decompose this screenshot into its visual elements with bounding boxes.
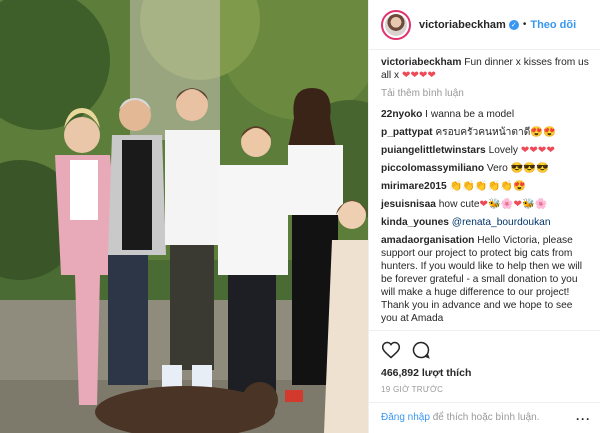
- comment-text: Vero: [484, 163, 511, 174]
- login-link[interactable]: Đăng nhập: [381, 412, 430, 423]
- comment-emoji: ❤🐝🌸❤🐝🌸: [479, 199, 548, 210]
- login-prompt: Đăng nhập để thích hoặc bình luận. ···: [369, 402, 600, 433]
- comment-item: p_pattypat ครอบครัวคนหน้าตาดี😍😍: [381, 126, 591, 139]
- comment-text: how cute: [435, 199, 480, 210]
- comment-text: I wanna be a model: [422, 109, 515, 120]
- comment-emoji: 😎😎😎: [510, 163, 549, 174]
- comment-username[interactable]: piccolomassymiliano: [381, 163, 484, 174]
- comment-item: kinda_younes @renata_bourdoukan: [381, 216, 591, 229]
- caption-hearts: ❤❤❤❤: [401, 70, 437, 81]
- comment-username[interactable]: puiangelittletwinstars: [381, 145, 486, 156]
- comment-item: jesuisnisaa how cute❤🐝🌸❤🐝🌸: [381, 198, 591, 211]
- load-more-comments[interactable]: Tải thêm bình luận: [381, 87, 591, 100]
- comment-username[interactable]: amadaorganisation: [381, 235, 474, 246]
- username-link[interactable]: victoriabeckham: [419, 19, 506, 31]
- follow-button[interactable]: Theo dõi: [530, 19, 576, 31]
- comment-text: Hello Victoria, please support our proje…: [381, 235, 583, 324]
- post-photo[interactable]: [0, 0, 368, 433]
- comment-emoji: 😍😍: [530, 127, 556, 138]
- separator-dot: •: [522, 19, 527, 30]
- comment-mention[interactable]: @renata_bourdoukan: [452, 217, 551, 228]
- comment-item: 22nyoko I wanna be a model: [381, 108, 591, 121]
- caption-username[interactable]: victoriabeckham: [381, 57, 461, 68]
- comment-text: ครอบครัวคนหน้าตาดี: [432, 127, 531, 138]
- comment-item: amadaorganisation Hello Victoria, please…: [381, 234, 591, 325]
- caption: victoriabeckham Fun dinner x kisses from…: [381, 56, 591, 82]
- comment-icon[interactable]: [411, 340, 431, 360]
- comment-item: mirimare2015 👏👏👏👏👏😍: [381, 180, 591, 193]
- avatar[interactable]: [381, 9, 411, 40]
- post-actions: 466,892 lượt thích 19 GIỜ TRƯỚC: [369, 330, 600, 394]
- comment-item: puiangelittletwinstars Lovely ❤❤❤❤: [381, 144, 591, 157]
- comment-emoji: 👏👏👏👏👏😍: [449, 181, 526, 192]
- post-header: victoriabeckham ✓ • Theo dõi: [369, 0, 600, 50]
- post-time[interactable]: 19 GIỜ TRƯỚC: [381, 385, 589, 394]
- comment-username[interactable]: p_pattypat: [381, 127, 433, 138]
- comment-username[interactable]: 22nyoko: [381, 109, 422, 120]
- comment-username[interactable]: kinda_younes: [381, 217, 449, 228]
- comment-username[interactable]: mirimare2015: [381, 181, 447, 192]
- more-options-icon[interactable]: ···: [576, 412, 591, 426]
- comment-emoji: ❤❤❤❤: [520, 145, 556, 156]
- verified-badge-icon: ✓: [508, 19, 519, 30]
- comments-list: victoriabeckham Fun dinner x kisses from…: [369, 50, 600, 325]
- heart-icon[interactable]: [381, 340, 401, 360]
- login-prompt-text: để thích hoặc bình luận.: [429, 412, 540, 423]
- post-panel: victoriabeckham ✓ • Theo dõi victoriabec…: [368, 0, 600, 433]
- comment-item: piccolomassymiliano Vero 😎😎😎: [381, 162, 591, 175]
- like-count[interactable]: 466,892 lượt thích: [381, 367, 589, 379]
- comment-text: Lovely: [485, 145, 519, 156]
- comment-username[interactable]: jesuisnisaa: [381, 199, 436, 210]
- family-photo: [0, 0, 368, 433]
